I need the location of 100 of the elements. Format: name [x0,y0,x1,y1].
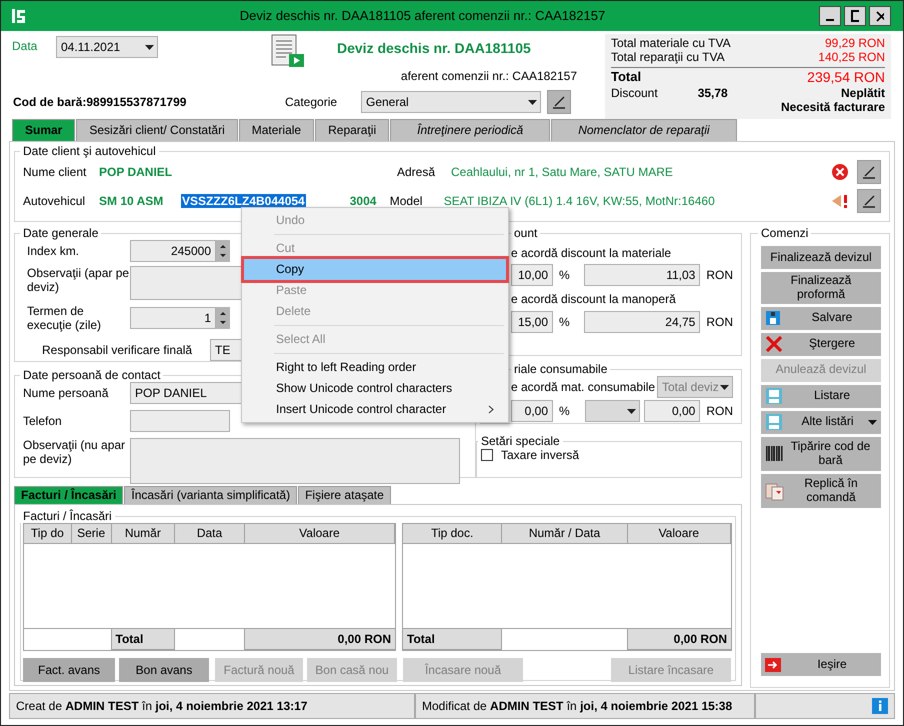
edit-button[interactable] [857,189,881,213]
command-button[interactable]: Listare [761,384,881,408]
maximize-button[interactable] [844,6,866,26]
column-header[interactable]: Număr / Data [502,524,628,544]
spinner-icon[interactable] [216,240,230,262]
totals-value: 140,25 RON [818,50,885,65]
field-label: Autovehicul [23,194,86,208]
caret-icon [627,408,636,414]
barcode-icon [765,444,783,464]
tab[interactable]: Întreţinere periodică [390,119,550,141]
column-header[interactable]: Număr [112,524,176,544]
group-title: Date generale [22,226,100,240]
term-field[interactable]: 1 [130,307,216,330]
caret-icon [528,100,537,104]
action-button[interactable]: Fact. avans [23,658,115,682]
command-button[interactable]: Replică în comandă [761,474,881,508]
totals-label: Total materiale cu TVA [611,36,731,50]
unit-label: % [559,314,571,329]
field-label: Nume client [23,164,88,180]
total-label: Total [403,629,502,650]
menu-item[interactable]: Show Unicode control characters [244,378,506,399]
group-title: Date persoană de contact [22,368,162,382]
spinner-icon[interactable] [216,307,230,330]
command-button[interactable]: Finalizează devizul [761,246,881,269]
date-picker[interactable]: 04.11.2021 [56,36,158,58]
column-header[interactable]: Serie [72,524,112,544]
caret-icon [868,420,877,425]
document-icon [271,34,305,68]
column-header[interactable]: Data [175,524,245,544]
menu-item[interactable]: Right to left Reading order [244,357,506,378]
action-button[interactable]: Bon avans [119,658,209,682]
group-title: Setări speciale [480,434,561,448]
field-label: Index km. [27,244,80,258]
percent-field[interactable]: 10,00 [511,264,553,286]
pen-icon [551,94,567,110]
command-button[interactable]: Finalizează proformă [761,272,881,304]
tab[interactable]: Reparaţii [315,119,390,141]
tab[interactable]: Materiale [238,119,314,141]
currency-label: RON [706,314,733,329]
client-name: POP DANIEL [99,164,174,180]
menu-item[interactable]: Copy [244,259,506,280]
field-label: Responsabil verificare finală [42,342,194,357]
command-button[interactable]: Alte listări [761,410,881,434]
group-title: riale consumabile [513,362,608,376]
percent-field[interactable]: 15,00 [511,310,553,333]
column-header[interactable]: Tip doc. [403,524,502,544]
amount-field[interactable]: 24,75 [584,310,700,333]
phone-field[interactable] [130,410,230,432]
created-info: Creat de ADMIN TEST în joi, 4 noiembrie 2021 13:17 [9,693,415,719]
command-button[interactable]: Tipărire cod de bară [761,436,881,471]
total-value: 239,54 RON [807,68,885,86]
notes-field[interactable] [130,438,460,484]
unit-label: % [559,404,571,418]
edit-button[interactable] [857,160,881,184]
field-label: e acordă discount la manoperă [511,292,676,306]
tab[interactable]: Sesizări client/ Constatări [76,119,238,141]
order-reference: aferent comenzii nr.: CAA182157 [400,68,577,84]
tab[interactable]: Facturi / Încasări [14,486,124,504]
menu-item[interactable]: Insert Unicode control character [244,399,506,420]
field-label: Termen de execuţie (zile) [27,304,102,333]
pen-icon [861,164,877,180]
alert-icon[interactable] [831,193,849,209]
minimize-button[interactable] [819,6,841,26]
group-title: Date client şi autovehicul [22,144,157,158]
info-icon[interactable] [872,698,888,714]
totals-value: 99,29 RON [824,36,885,50]
km-field[interactable]: 245000 [130,240,216,262]
amount-field[interactable]: 11,03 [584,264,700,286]
category-dropdown[interactable]: General [361,91,541,113]
client-address: Ceahlaului, nr 1, Satu Mare, SATU MARE [451,164,674,180]
total-label: Total [611,68,642,86]
tab[interactable]: Nomenclator de reparaţii [551,119,737,141]
tab[interactable]: Încasări (varianta simplificată) [124,486,298,504]
contact-name-field[interactable]: POP DANIEL [130,382,242,404]
checker-field[interactable]: TE [210,338,244,361]
total-value: 0,00 RON [244,629,395,650]
command-button[interactable]: Salvare [761,306,881,330]
edit-button[interactable] [547,90,571,114]
total-label: Total [112,629,176,650]
column-header[interactable]: Valoare [244,524,395,544]
window-title: Deviz deschis nr. DAA181105 aferent comenzii nr.: CAA182157 [240,8,606,24]
field-label: Telefon [23,414,63,428]
date-label: Data [12,39,38,54]
exit-button[interactable]: Ieşire [761,653,881,676]
command-button[interactable]: Ştergere [761,332,881,356]
column-header[interactable]: Tip do [24,524,72,544]
tab[interactable]: Fişiere ataşate [298,486,391,504]
notes-field[interactable] [130,266,242,300]
close-button[interactable] [869,6,891,26]
field-label: Observaţii (nu apar pe deviz) [23,438,126,467]
total-value: 0,00 RON [628,629,731,650]
tab[interactable]: Sumar [12,119,76,141]
delete-icon[interactable] [831,163,849,181]
currency-label: RON [706,268,733,283]
plate-number: SM 10 ASM [99,194,164,208]
column-header[interactable]: Valoare [628,524,731,544]
vin-text: VSSZZZ6LZ4B044054 [181,194,306,208]
field-label: Nume persoană [23,386,110,400]
reverse-charge-checkbox[interactable]: Taxare inversă [481,448,580,462]
field-label: Observaţii (apar pe deviz) [27,266,130,295]
